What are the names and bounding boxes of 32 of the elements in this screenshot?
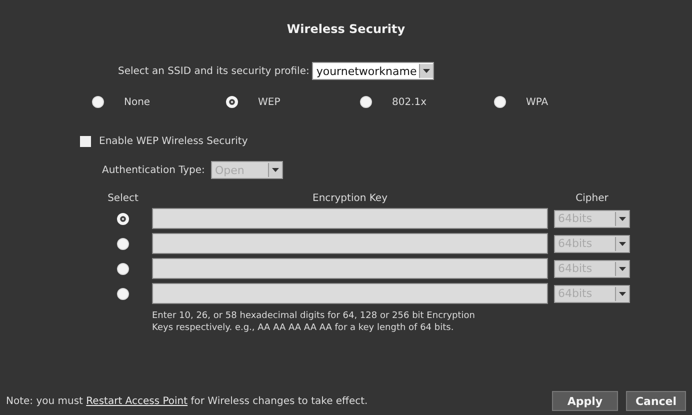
key-input-field[interactable] [152, 283, 548, 304]
note-text: Note: you must [6, 396, 83, 406]
key-input-field[interactable] [152, 258, 548, 279]
apply-button[interactable]: Apply [552, 391, 618, 411]
radio-button[interactable] [494, 96, 506, 108]
radio-button[interactable] [360, 96, 372, 108]
column-header: Cipher [574, 193, 610, 204]
ssid-dropdown[interactable]: yournetworkname [312, 62, 434, 80]
caret-icon [619, 266, 626, 270]
window-title: Wireless Security [286, 22, 406, 36]
radio-button[interactable] [92, 96, 104, 108]
caret-icon [272, 168, 279, 172]
key-input-field[interactable] [152, 233, 548, 254]
radio-label: 802.1x [392, 96, 427, 108]
hint-text: Enter 10, 26, or 58 hexadecimal digits for 64, 128 or 256 bit Encryption Keys respectively. e.g., AA AA AA AA AA for a key length of 64 bits. [152, 310, 476, 334]
auth-type-label: Authentication Type: [102, 164, 205, 176]
caret-icon [423, 69, 430, 73]
checkbox[interactable] [80, 136, 91, 147]
note-text: for Wireless changes to take effect. [190, 396, 368, 406]
key-input-field[interactable] [152, 208, 548, 229]
column-header: Encryption Key [312, 193, 388, 204]
radio-label: WEP [258, 96, 280, 108]
checkbox-label: Enable WEP Wireless Security [99, 136, 248, 147]
restart-link[interactable]: Restart Access Point [86, 396, 188, 406]
caret-icon [619, 292, 626, 296]
column-header: Select [106, 193, 140, 204]
caret-icon [619, 216, 626, 220]
caret-icon [619, 242, 626, 246]
ssid-label: Select an SSID and its security profile: [118, 66, 310, 76]
cancel-button[interactable]: Cancel [626, 391, 686, 411]
radio-label: None [124, 96, 150, 108]
radio-label: WPA [526, 96, 548, 108]
